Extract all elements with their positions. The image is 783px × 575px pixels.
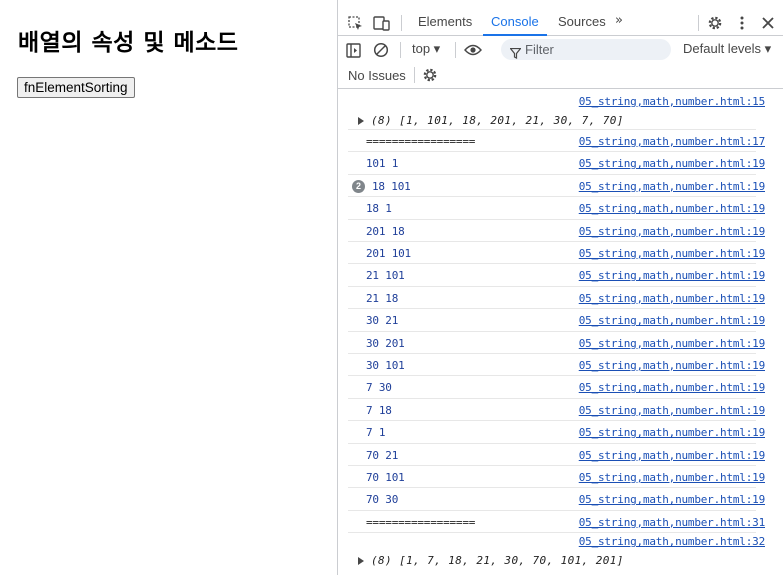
close-devtools-icon[interactable]: [758, 13, 778, 33]
source-link[interactable]: 05_string,math,number.html:19: [579, 157, 765, 170]
console-message: 101 1 05_string,math,number.html:19: [348, 152, 765, 175]
console-message: 7 1 05_string,math,number.html:19: [348, 421, 765, 444]
log-text: =================: [366, 515, 476, 529]
tab-console[interactable]: Console: [483, 10, 547, 36]
device-toolbar-icon[interactable]: [372, 13, 392, 33]
log-text: 7 1: [366, 426, 386, 440]
filter-icon: [509, 44, 522, 63]
source-link[interactable]: 05_string,math,number.html:19: [579, 292, 765, 305]
toggle-sidebar-icon[interactable]: [343, 40, 363, 60]
console-message: 70 30 05_string,math,number.html:19: [348, 488, 765, 511]
source-link[interactable]: 05_string,math,number.html:19: [579, 247, 765, 260]
source-link[interactable]: 05_string,math,number.html:19: [579, 404, 765, 417]
log-levels-selector[interactable]: Default levels ▾: [683, 41, 771, 57]
source-link[interactable]: 05_string,math,number.html:19: [579, 337, 765, 350]
console-message: 2 18 101 05_string,math,number.html:19: [348, 175, 765, 198]
toolbar-separator: [455, 42, 456, 58]
source-link[interactable]: 05_string,math,number.html:15: [579, 95, 765, 108]
log-text: 7 18: [366, 403, 392, 417]
array-preview[interactable]: (8) [1, 7, 18, 21, 30, 70, 101, 201]: [371, 554, 624, 567]
tab-elements[interactable]: Elements: [418, 10, 472, 36]
source-link[interactable]: 05_string,math,number.html:19: [579, 449, 765, 462]
log-text: 18 101: [372, 179, 411, 193]
console-message: 21 18 05_string,math,number.html:19: [348, 287, 765, 310]
source-link[interactable]: 05_string,math,number.html:31: [579, 516, 765, 529]
issues-separator: [414, 67, 415, 83]
console-message: ================= 05_string,math,number.h…: [348, 511, 765, 534]
expand-arrow-icon[interactable]: [358, 557, 364, 566]
log-text: 70 21: [366, 448, 399, 462]
tab-sources[interactable]: Sources: [558, 10, 606, 36]
console-message: 21 101 05_string,math,number.html:19: [348, 264, 765, 287]
issues-bar: No Issues: [338, 62, 783, 89]
source-link[interactable]: 05_string,math,number.html:32: [579, 535, 765, 548]
console-settings-gear-icon[interactable]: [420, 65, 440, 85]
console-message: 70 101 05_string,math,number.html:19: [348, 466, 765, 489]
log-text: 30 201: [366, 336, 405, 350]
page-content: 배열의 속성 및 메소드 fnElementSorting: [0, 0, 337, 575]
filter-input[interactable]: [525, 39, 665, 60]
repeat-count-badge: 2: [352, 179, 365, 193]
source-link[interactable]: 05_string,math,number.html:19: [579, 426, 765, 439]
log-text: 21 18: [366, 291, 399, 305]
toolbar-separator: [400, 42, 401, 58]
source-link[interactable]: 05_string,math,number.html:17: [579, 135, 765, 148]
live-expression-eye-icon[interactable]: [463, 40, 483, 60]
console-message: 7 30 05_string,math,number.html:19: [348, 376, 765, 399]
log-text: 201 101: [366, 247, 411, 260]
source-link[interactable]: 05_string,math,number.html:19: [579, 269, 765, 282]
console-message: 30 101 05_string,math,number.html:19: [348, 354, 765, 377]
source-link[interactable]: 05_string,math,number.html:19: [579, 202, 765, 215]
issues-status[interactable]: No Issues: [348, 68, 406, 83]
context-selector[interactable]: top ▾: [412, 41, 440, 57]
clear-console-icon[interactable]: [371, 40, 391, 60]
log-text: 70 101: [366, 471, 405, 484]
console-message: 201 18 05_string,math,number.html:19: [348, 220, 765, 242]
console-toolbar: top ▾ Default levels ▾: [338, 37, 783, 62]
console-message: 05_string,math,number.html:15 (8) [1, 10…: [348, 93, 765, 127]
log-text: 18 1: [366, 202, 392, 216]
log-text: 201 18: [366, 224, 405, 238]
console-message: 30 21 05_string,math,number.html:19: [348, 309, 765, 332]
log-text: 30 21: [366, 314, 399, 328]
array-preview[interactable]: (8) [1, 101, 18, 201, 21, 30, 7, 70]: [371, 114, 624, 127]
filter-box[interactable]: [501, 39, 671, 60]
source-link[interactable]: 05_string,math,number.html:19: [579, 471, 765, 484]
log-text: 70 30: [366, 493, 399, 507]
source-link[interactable]: 05_string,math,number.html:19: [579, 314, 765, 327]
source-link[interactable]: 05_string,math,number.html:19: [579, 493, 765, 506]
more-tabs-icon[interactable]: »: [615, 13, 623, 28]
settings-gear-icon[interactable]: [705, 13, 725, 33]
log-text: 101 1: [366, 157, 399, 171]
console-message: 7 18 05_string,math,number.html:19: [348, 399, 765, 422]
console-message: 05_string,math,number.html:32 (8) [1, 7,…: [348, 533, 765, 567]
source-link[interactable]: 05_string,math,number.html:19: [579, 359, 765, 372]
inspect-element-icon[interactable]: [345, 13, 365, 33]
expand-arrow-icon[interactable]: [358, 117, 364, 125]
console-message: 70 21 05_string,math,number.html:19: [348, 444, 765, 466]
page-title: 배열의 속성 및 메소드: [18, 30, 239, 56]
devtools-panel: Elements Console Sources » top ▾ Filter …: [337, 0, 783, 575]
element-sorting-button[interactable]: fnElementSorting: [17, 77, 135, 98]
console-message: 201 101 05_string,math,number.html:19: [348, 242, 765, 265]
log-text: 21 101: [366, 269, 405, 283]
log-text: 7 30: [366, 381, 392, 395]
console-message: 18 1 05_string,math,number.html:19: [348, 197, 765, 220]
log-text: =================: [366, 135, 476, 148]
tabbar-separator: [698, 15, 699, 31]
console-message: ================= 05_string,math,number.h…: [348, 130, 765, 153]
console-output: 05_string,math,number.html:15 (8) [1, 10…: [338, 89, 783, 575]
console-message: 30 201 05_string,math,number.html:19: [348, 332, 765, 354]
source-link[interactable]: 05_string,math,number.html:19: [579, 225, 765, 238]
source-link[interactable]: 05_string,math,number.html:19: [579, 381, 765, 394]
more-options-icon[interactable]: [732, 13, 752, 33]
devtools-tabbar: Elements Console Sources »: [338, 10, 783, 36]
source-link[interactable]: 05_string,math,number.html:19: [579, 180, 765, 193]
tabbar-separator: [401, 15, 402, 31]
log-text: 30 101: [366, 359, 405, 372]
